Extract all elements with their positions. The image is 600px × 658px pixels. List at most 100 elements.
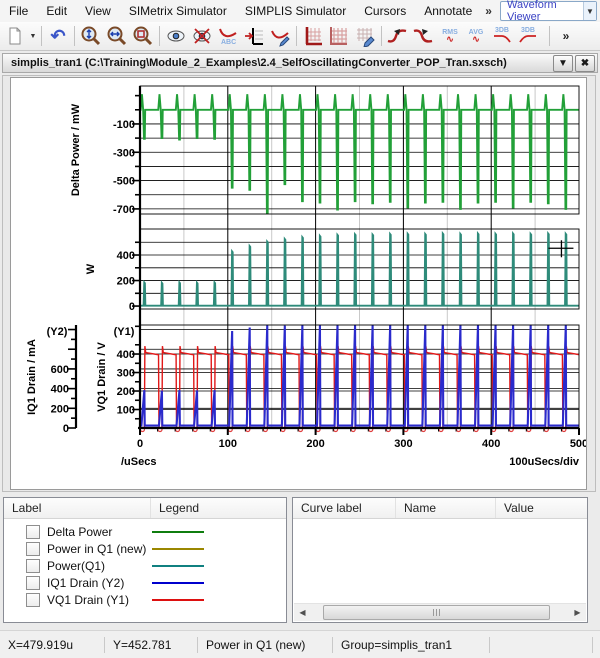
rms-button[interactable]: RMS∿ xyxy=(437,23,463,49)
status-spare-cell xyxy=(490,637,593,653)
svg-text:400: 400 xyxy=(482,438,500,450)
axes-icon xyxy=(302,25,324,47)
svg-text:Delta Power / mW: Delta Power / mW xyxy=(70,103,82,196)
separator xyxy=(549,26,550,46)
menu-file[interactable]: File xyxy=(0,1,37,21)
show-axes-button[interactable] xyxy=(300,23,326,49)
curve-label[interactable]: Power in Q1 (new) xyxy=(47,542,146,556)
grid-icon xyxy=(328,25,350,47)
undo-button[interactable]: ↶ xyxy=(45,23,71,49)
new-curve-dropdown[interactable]: ▼ xyxy=(28,24,38,48)
zoom-rectangle-button[interactable] xyxy=(130,23,156,49)
menu-annotate[interactable]: Annotate xyxy=(415,1,481,21)
avg-icon: AVG∿ xyxy=(469,30,484,43)
horizontal-scrollbar[interactable]: ◀ ▶ xyxy=(294,603,586,621)
legend-line-swatch xyxy=(152,531,204,533)
svg-text:IQ1 Drain / mA: IQ1 Drain / mA xyxy=(26,339,38,415)
svg-text:300: 300 xyxy=(117,368,135,380)
legend-line-swatch xyxy=(152,582,204,584)
zoom-x-axis-button[interactable] xyxy=(104,23,130,49)
graph-window-title: simplis_tran1 (C:\Training\Module_2_Exam… xyxy=(3,57,553,69)
add-axis-button[interactable] xyxy=(241,23,267,49)
legend-row: VQ1 Drain (Y1) xyxy=(4,591,286,608)
arrow-into-grid-icon xyxy=(243,25,265,47)
scrollbar-thumb[interactable] xyxy=(323,605,550,620)
svg-text:600: 600 xyxy=(51,364,69,376)
svg-text:200: 200 xyxy=(117,386,135,398)
curve-arrow-left-icon xyxy=(386,25,410,47)
values-panel-header: Curve label Name Value xyxy=(293,498,587,519)
legend-row: Delta Power xyxy=(4,523,286,540)
next-curve-button[interactable] xyxy=(411,23,437,49)
toolbar-overflow-button[interactable]: » xyxy=(553,23,579,49)
edit-graph-button[interactable] xyxy=(352,23,378,49)
separator xyxy=(381,26,382,46)
separator xyxy=(159,26,160,46)
svg-text:-700: -700 xyxy=(113,204,135,216)
svg-text:-100: -100 xyxy=(113,119,135,131)
svg-text:200: 200 xyxy=(306,438,324,450)
curve-pencil-icon xyxy=(269,25,291,47)
svg-text:100: 100 xyxy=(219,438,237,450)
column-header-value: Value xyxy=(496,498,587,518)
rms-icon: RMS∿ xyxy=(442,30,458,43)
svg-text:ABC: ABC xyxy=(221,39,236,46)
legend-line-swatch xyxy=(152,599,204,601)
scroll-right-arrow[interactable]: ▶ xyxy=(569,605,586,620)
viewer-mode-select[interactable]: Waveform Viewer ▼ xyxy=(500,1,597,21)
menu-overflow-chevron[interactable]: » xyxy=(481,4,496,18)
show-grid-button[interactable] xyxy=(326,23,352,49)
annotate-graph-button[interactable]: ABC xyxy=(215,23,241,49)
eye-crossed-icon xyxy=(191,25,213,47)
menu-simetrix-simulator[interactable]: SIMetrix Simulator xyxy=(120,1,236,21)
3db-lowpass-button[interactable]: 3DB xyxy=(489,23,515,49)
menu-view[interactable]: View xyxy=(76,1,120,21)
curve-label[interactable]: Power(Q1) xyxy=(47,559,105,573)
previous-curve-button[interactable] xyxy=(385,23,411,49)
menu-cursors[interactable]: Cursors xyxy=(355,1,415,21)
svg-text:500: 500 xyxy=(570,438,586,450)
menu-simplis-simulator[interactable]: SIMPLIS Simulator xyxy=(236,1,355,21)
zoom-full-button[interactable] xyxy=(78,23,104,49)
window-close-button[interactable]: ✖ xyxy=(575,55,595,72)
svg-text:-300: -300 xyxy=(113,147,135,159)
curve-arrow-right-icon xyxy=(412,25,436,47)
curve-label[interactable]: Delta Power xyxy=(47,525,112,539)
svg-text:-500: -500 xyxy=(113,176,135,188)
svg-text:0: 0 xyxy=(63,423,69,435)
toolbar: ▼ ↶ xyxy=(0,22,600,51)
3db-highpass-button[interactable]: 3DB xyxy=(515,23,541,49)
legend-row: Power(Q1) xyxy=(4,557,286,574)
avg-button[interactable]: AVG∿ xyxy=(463,23,489,49)
edit-curve-button[interactable] xyxy=(267,23,293,49)
status-bar: X=479.919u Y=452.781 Power in Q1 (new) G… xyxy=(0,630,600,658)
legend-panel-header: Label Legend xyxy=(4,498,286,519)
waveform-plots[interactable]: -100-300-500-700020040010020030040002004… xyxy=(11,78,586,489)
curve-checkbox[interactable] xyxy=(26,542,40,556)
window-shade-button[interactable]: ▼ xyxy=(553,55,573,72)
graph-window-titlebar[interactable]: simplis_tran1 (C:\Training\Module_2_Exam… xyxy=(2,53,598,73)
viewer-mode-value: Waveform Viewer xyxy=(501,0,583,23)
separator xyxy=(296,26,297,46)
curve-label[interactable]: IQ1 Drain (Y2) xyxy=(47,576,124,590)
graph-area-frame: -100-300-500-700020040010020030040002004… xyxy=(2,75,596,492)
menu-edit[interactable]: Edit xyxy=(37,1,76,21)
svg-text:300: 300 xyxy=(394,438,412,450)
column-header-curve-label: Curve label xyxy=(293,498,396,518)
show-curves-button[interactable] xyxy=(163,23,189,49)
curve-checkbox[interactable] xyxy=(26,559,40,573)
zoom-horizontal-icon xyxy=(106,25,128,47)
curve-checkbox[interactable] xyxy=(26,525,40,539)
curve-label[interactable]: VQ1 Drain (Y1) xyxy=(47,593,129,607)
column-header-legend: Legend xyxy=(151,498,286,518)
svg-text:0: 0 xyxy=(137,438,143,450)
waveform-plot-panel[interactable]: -100-300-500-700020040010020030040002004… xyxy=(10,77,587,490)
curve-checkbox[interactable] xyxy=(26,593,40,607)
new-curve-button[interactable] xyxy=(2,23,28,49)
hide-curves-button[interactable] xyxy=(189,23,215,49)
chevron-down-icon[interactable]: ▼ xyxy=(583,2,596,20)
svg-text:(Y2): (Y2) xyxy=(47,326,68,338)
curve-checkbox[interactable] xyxy=(26,576,40,590)
zoom-vertical-icon xyxy=(80,25,102,47)
scroll-left-arrow[interactable]: ◀ xyxy=(294,605,311,620)
